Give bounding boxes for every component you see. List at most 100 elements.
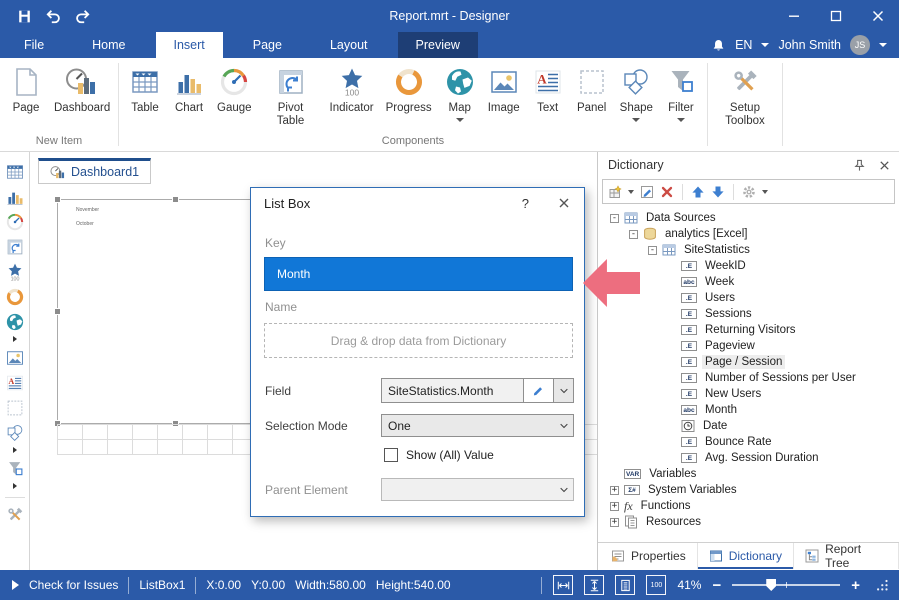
edit-icon[interactable] [640, 185, 654, 199]
add-item-icon[interactable] [608, 185, 622, 199]
tree-item-data-sources[interactable]: -Data Sources [600, 210, 897, 226]
ribbon-item-indicator[interactable]: 100Indicator [324, 64, 380, 117]
chart-icon32[interactable] [5, 187, 25, 207]
pin-icon[interactable] [853, 159, 866, 172]
minimize-button[interactable] [773, 0, 815, 32]
ribbon-item-text[interactable]: AText [526, 64, 570, 117]
ribbon-item-map[interactable]: Map [438, 64, 482, 124]
ribbon-item-shape[interactable]: Shape [614, 64, 659, 124]
expander-plus-icon[interactable]: + [610, 502, 619, 511]
dropdown-caret-icon[interactable] [632, 118, 640, 122]
menu-tab-insert[interactable]: Insert [156, 32, 223, 58]
panel-tab-dictionary[interactable]: Dictionary [698, 543, 794, 569]
flyout-arrow-icon[interactable] [13, 447, 17, 453]
ribbon-item-page[interactable]: Page [4, 64, 48, 117]
ribbon-item-gauge[interactable]: Gauge [211, 64, 258, 117]
fit-height-button[interactable] [584, 575, 604, 595]
tree-item-page-session[interactable]: .EPage / Session [600, 354, 897, 370]
panel-tab-properties[interactable]: Properties [600, 543, 698, 569]
dropdown-caret-icon[interactable] [456, 118, 464, 122]
ribbon-item-dashboard[interactable]: Dashboard [48, 64, 114, 117]
ribbon-item-chart[interactable]: Chart [167, 64, 211, 117]
zoom-out-button[interactable]: − [712, 578, 721, 593]
table-icon32[interactable] [5, 162, 25, 182]
delete-icon[interactable] [660, 185, 674, 199]
ribbon-item-filter[interactable]: Filter [659, 64, 703, 124]
tree-item-users[interactable]: .EUsers [600, 290, 897, 306]
tree-item-weekid[interactable]: .EWeekID [600, 258, 897, 274]
tree-item-system-variables[interactable]: +Σ#System Variables [600, 482, 897, 498]
redo-icon[interactable] [74, 8, 91, 25]
bell-icon[interactable] [711, 38, 726, 53]
tree-item-variables[interactable]: VARVariables [600, 466, 897, 482]
language-label[interactable]: EN [735, 38, 752, 52]
progress-icon32[interactable] [5, 287, 25, 307]
panel-close-icon[interactable] [878, 159, 891, 172]
shape-icon32[interactable] [5, 423, 25, 443]
expander-plus-icon[interactable]: + [610, 518, 619, 527]
check-issues-label[interactable]: Check for Issues [29, 578, 118, 592]
language-caret-icon[interactable] [761, 43, 769, 47]
zoom-slider-thumb[interactable] [766, 579, 776, 591]
close-button[interactable] [857, 0, 899, 32]
menu-tab-layout[interactable]: Layout [312, 32, 386, 58]
user-caret-icon[interactable] [879, 43, 887, 47]
resize-handle[interactable] [54, 308, 61, 315]
flyout-arrow-icon[interactable] [13, 336, 17, 342]
tree-item-analytics-excel[interactable]: -analytics [Excel] [600, 226, 897, 242]
dropdown-caret-icon[interactable] [628, 190, 634, 194]
arrow-down-icon[interactable] [711, 185, 725, 199]
expander-minus-icon[interactable]: - [629, 230, 638, 239]
expander-minus-icon[interactable]: - [610, 214, 619, 223]
zoom100-button[interactable]: 100 [646, 575, 666, 595]
tree-item-sessions[interactable]: .ESessions [600, 306, 897, 322]
page-doc-button[interactable] [615, 575, 635, 595]
selection-mode-select[interactable]: One [381, 414, 574, 437]
undo-icon[interactable] [45, 8, 62, 25]
user-name[interactable]: John Smith [778, 38, 841, 52]
panel-icon32[interactable] [5, 398, 25, 418]
maximize-button[interactable] [815, 0, 857, 32]
ribbon-item-progress[interactable]: Progress [380, 64, 438, 117]
zoom-slider[interactable] [732, 584, 840, 586]
field-edit-button[interactable] [523, 379, 553, 402]
ribbon-item-table[interactable]: Table [123, 64, 167, 117]
tree-item-resources[interactable]: +Resources [600, 514, 897, 530]
name-dropzone[interactable]: Drag & drop data from Dictionary [264, 323, 573, 358]
expander-plus-icon[interactable]: + [610, 486, 619, 495]
filter-icon32[interactable] [5, 459, 25, 479]
menu-tab-home[interactable]: Home [74, 32, 143, 58]
expander-minus-icon[interactable]: - [648, 246, 657, 255]
tree-item-week[interactable]: abcWeek [600, 274, 897, 290]
gauge-icon32[interactable] [5, 212, 25, 232]
indicator-icon32[interactable]: 100 [5, 262, 25, 282]
tree-item-pageview[interactable]: .EPageview [600, 338, 897, 354]
field-dropdown-button[interactable] [553, 379, 573, 402]
tree-item-sitestatistics[interactable]: -SiteStatistics [600, 242, 897, 258]
menu-tab-file[interactable]: File [6, 32, 62, 58]
dialog-close-icon[interactable] [557, 196, 571, 210]
save-icon[interactable] [16, 8, 33, 25]
tree-item-returning-visitors[interactable]: .EReturning Visitors [600, 322, 897, 338]
show-all-checkbox-row[interactable]: Show (All) Value [384, 448, 494, 462]
field-combo[interactable]: SiteStatistics.Month [381, 378, 574, 403]
text-icon32[interactable]: A [5, 373, 25, 393]
panel-tab-report-tree[interactable]: Report Tree [794, 543, 899, 569]
fit-width-button[interactable] [553, 575, 573, 595]
gear-icon[interactable] [742, 185, 756, 199]
dropdown-caret-icon[interactable] [677, 118, 685, 122]
ribbon-item-pivot-table[interactable]: Pivot Table [258, 64, 324, 130]
menu-tab-page[interactable]: Page [235, 32, 300, 58]
show-all-checkbox[interactable] [384, 448, 398, 462]
help-button[interactable]: ? [522, 196, 529, 211]
check-issues-play-icon[interactable] [12, 580, 19, 590]
ribbon-item-panel[interactable]: Panel [570, 64, 614, 117]
tree-item-bounce-rate[interactable]: .EBounce Rate [600, 434, 897, 450]
tree-item-functions[interactable]: +fxFunctions [600, 498, 897, 514]
ribbon-item-image[interactable]: Image [482, 64, 526, 117]
resize-handle[interactable] [54, 196, 61, 203]
image-icon32[interactable] [5, 348, 25, 368]
tree-item-new-users[interactable]: .ENew Users [600, 386, 897, 402]
resize-handle[interactable] [172, 196, 179, 203]
tree-item-number-of-sessions-per-user[interactable]: .ENumber of Sessions per User [600, 370, 897, 386]
